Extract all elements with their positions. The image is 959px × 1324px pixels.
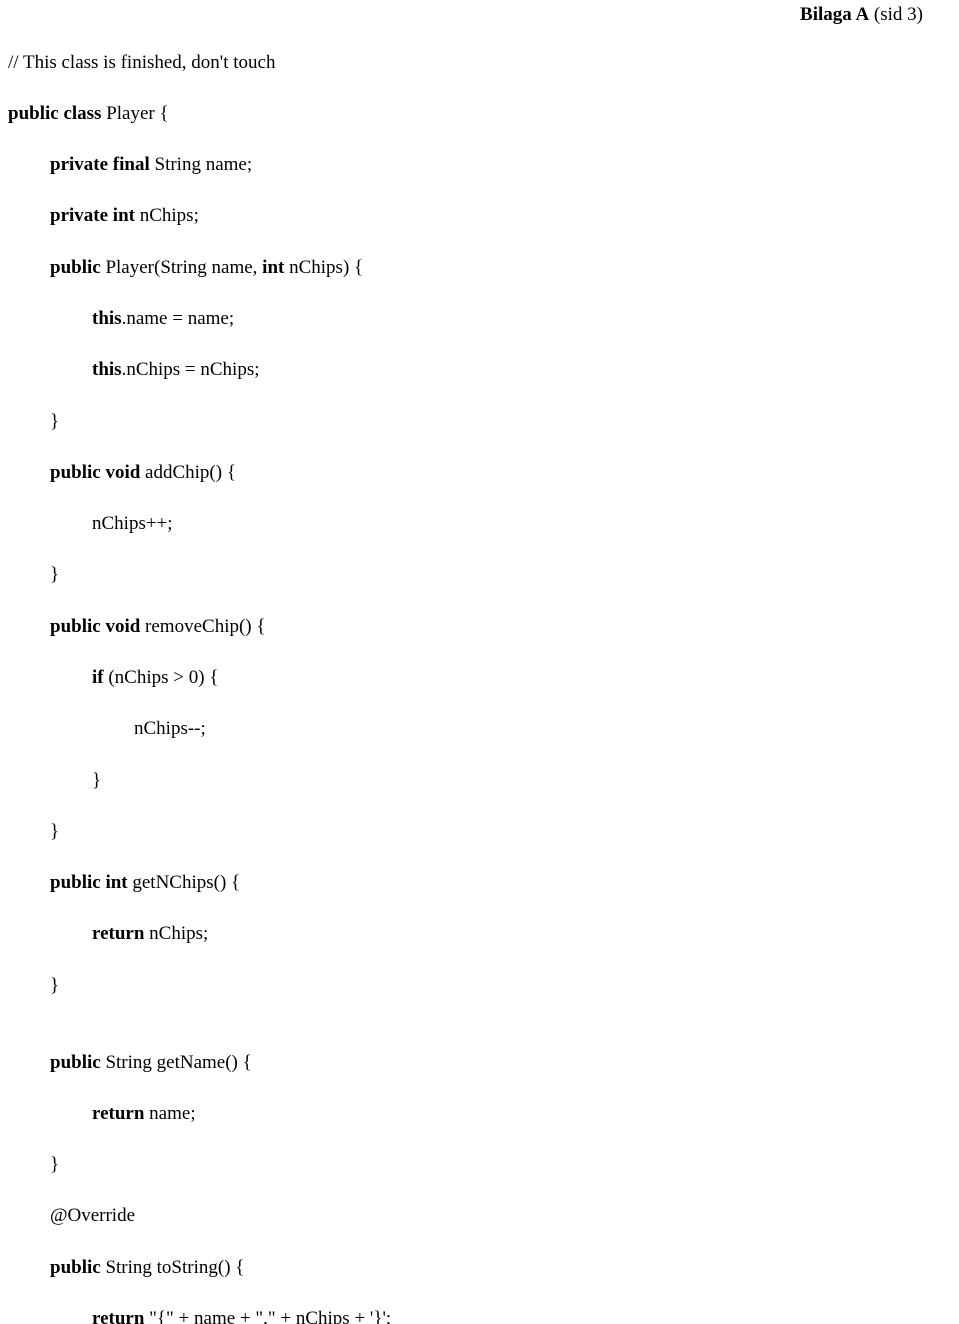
code-line: } (50, 562, 951, 588)
code-line: private final String name; (50, 152, 951, 178)
code-line: public Player(String name, int nChips) { (50, 255, 951, 281)
code-line: return name; (92, 1101, 951, 1127)
code-line: return "{" + name + "," + nChips + '}'; (92, 1306, 951, 1324)
code-line: this.nChips = nChips; (92, 357, 951, 383)
code-line: this.name = name; (92, 306, 951, 332)
code-line: return nChips; (92, 921, 951, 947)
code-line: nChips--; (134, 716, 951, 742)
code-line: } (50, 819, 951, 845)
code-line: public class Player { (8, 101, 951, 127)
code-line: private int nChips; (50, 203, 951, 229)
code-line: } (92, 768, 951, 794)
page-note: (sid 3) (869, 4, 923, 25)
code-line: public int getNChips() { (50, 870, 951, 896)
code-line: nChips++; (92, 511, 951, 537)
code-line: } (50, 973, 951, 999)
code-line: // This class is finished, don't touch (8, 50, 951, 76)
code-line: public String toString() { (50, 1255, 951, 1281)
code-line: public void addChip() { (50, 460, 951, 486)
code-line: } (50, 409, 951, 435)
code-block: // This class is finished, don't touch p… (8, 24, 951, 1324)
appendix-header: Bilaga A (sid 3) (800, 4, 923, 26)
document-page: Bilaga A (sid 3) // This class is finish… (0, 0, 959, 1324)
code-line: public void removeChip() { (50, 614, 951, 640)
code-line: @Override (50, 1203, 951, 1229)
appendix-label: Bilaga A (800, 4, 869, 25)
code-line: } (50, 1152, 951, 1178)
code-line: if (nChips > 0) { (92, 665, 951, 691)
code-line: public String getName() { (50, 1050, 951, 1076)
